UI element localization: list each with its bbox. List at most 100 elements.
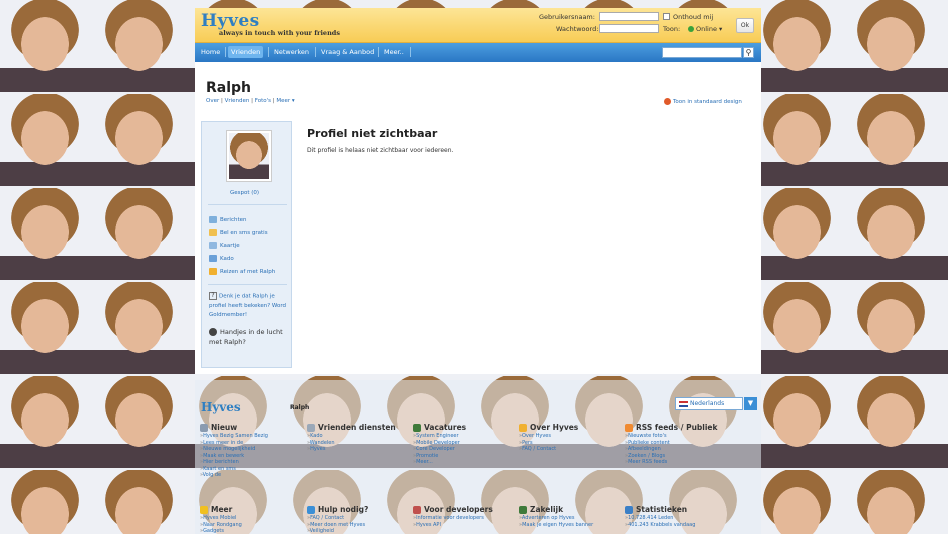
footer-link[interactable]: 401.243 Krabbels vandaag — [625, 522, 731, 529]
username-label: Gebruikersnaam: — [539, 13, 595, 21]
handjes-text: Handjes in de lucht met Ralph? — [209, 328, 283, 346]
suitcase-icon — [209, 268, 217, 275]
online-dot-icon — [688, 26, 694, 32]
main-nav: Home Vrienden Netwerken Vraag & Aanbod M… — [195, 43, 761, 62]
footer-column-title[interactable]: RSS feeds / Publiek — [625, 422, 731, 433]
design-icon — [664, 98, 671, 105]
nav-vrienden[interactable]: Vrienden — [228, 46, 264, 58]
footer-column-title[interactable]: Over Hyves — [519, 422, 625, 433]
subnav-fotos[interactable]: Foto's — [255, 98, 271, 104]
footer-column-title[interactable]: Voor developers — [413, 504, 519, 515]
nav-meer[interactable]: Meer.. — [381, 46, 407, 58]
subnav-vrienden[interactable]: Vrienden — [225, 98, 250, 104]
action-label: Kaartje — [220, 243, 240, 249]
top-bar: Hyves always in touch with your friends … — [195, 8, 761, 43]
standard-design-link[interactable]: Toon in standaard design — [664, 98, 742, 105]
action-reizen[interactable]: Reizen af met Ralph — [209, 268, 275, 276]
status-select[interactable]: Online ▾ — [688, 25, 722, 33]
footer-column-b-3: ZakelijkAdverteren op HyvesMaak je eigen… — [519, 504, 625, 528]
footer-column-title-text: Hulp nodig? — [318, 505, 369, 514]
footer-column-title-text: Nieuw — [211, 423, 238, 432]
code-icon — [413, 506, 421, 514]
footer-column-title-text: Voor developers — [424, 505, 493, 514]
footer-link[interactable]: Volg de — [200, 472, 306, 479]
person-icon — [519, 506, 527, 514]
profile-name: Ralph — [206, 80, 252, 96]
profile-photo[interactable] — [226, 130, 272, 182]
docs-icon — [307, 424, 315, 432]
footer-column-title[interactable]: Vacatures — [413, 422, 519, 433]
divider — [208, 284, 287, 285]
remember-checkbox[interactable] — [663, 13, 670, 20]
footer-link[interactable]: FAQ / Contact — [519, 446, 625, 453]
card-icon — [209, 242, 217, 249]
language-select[interactable]: Nederlands — [675, 397, 743, 410]
gift-icon — [209, 255, 217, 262]
footer-column-b-1: Hulp nodig?FAQ / ContactMeer doen met Hy… — [307, 504, 413, 534]
ok-button[interactable]: Ok — [736, 18, 754, 33]
language-value: Nederlands — [690, 400, 725, 407]
footer-link[interactable]: Maak je eigen Hyves banner — [519, 522, 625, 529]
handjes-prompt[interactable]: Handjes in de lucht met Ralph? — [209, 327, 289, 347]
footer-link[interactable]: Meer RSS feeds — [625, 459, 731, 466]
footer-column-title[interactable]: Nieuw — [200, 422, 306, 433]
footer-link[interactable]: Hyves API — [413, 522, 519, 529]
pencil-icon — [200, 424, 208, 432]
footer-column-title[interactable]: Meer — [200, 504, 306, 515]
footer-logo[interactable]: Hyves — [201, 400, 241, 414]
action-bellen[interactable]: Bel en sms gratis — [209, 229, 268, 237]
footer-column-b-2: Voor developersInformatie voor developer… — [413, 504, 519, 528]
goldmember-promo[interactable]: ? Denk je dat Ralph je profiel heeft beke… — [209, 292, 289, 320]
footer-column-title[interactable]: Statistieken — [625, 504, 731, 515]
tagline: always in touch with your friends — [219, 29, 340, 37]
folder-icon — [519, 424, 527, 432]
divider — [208, 204, 287, 205]
chevron-down-icon[interactable]: ▼ — [744, 397, 757, 410]
profile-sidebar: Gespot (0) Berichten Bel en sms gratis K… — [201, 121, 292, 368]
footer-link[interactable]: Veiligheid — [307, 528, 413, 534]
nav-netwerken[interactable]: Netwerken — [271, 46, 312, 58]
footer-column-b-4: Statistieken10.728.414 Leden401.243 Krab… — [625, 504, 731, 528]
footer-column-title[interactable]: Vrienden diensten — [307, 422, 413, 433]
footer-column-title-text: Vrienden diensten — [318, 423, 396, 432]
search-input[interactable] — [662, 47, 742, 58]
envelope-icon — [209, 216, 217, 223]
action-kado[interactable]: Kado — [209, 255, 234, 263]
star-icon — [200, 506, 208, 514]
chart-icon — [625, 506, 633, 514]
footer-column-a-0: NieuwHyves Bezig Samen BezigLees meer in… — [200, 422, 306, 479]
action-berichten[interactable]: Berichten — [209, 216, 246, 224]
footer-link[interactable]: Meer... — [413, 459, 519, 466]
footer-column-a-1: Vrienden dienstenKadoWandelenHyves — [307, 422, 413, 453]
private-profile-heading: Profiel niet zichtbaar — [307, 127, 438, 140]
footer-column-title-text: Meer — [211, 505, 233, 514]
password-input[interactable] — [599, 24, 659, 33]
phone-icon — [209, 229, 217, 236]
search-icon[interactable]: ⚲ — [743, 47, 754, 58]
action-kaartje[interactable]: Kaartje — [209, 242, 240, 250]
footer-column-title[interactable]: Hulp nodig? — [307, 504, 413, 515]
footer-column-title[interactable]: Zakelijk — [519, 504, 625, 515]
action-label: Bel en sms gratis — [220, 230, 268, 236]
nav-home[interactable]: Home — [198, 46, 223, 58]
help-icon — [307, 506, 315, 514]
username-input[interactable] — [599, 12, 659, 21]
profile-content: Ralph Over | Vrienden | Foto's | Meer ▾ … — [195, 62, 761, 374]
footer-column-title-text: Zakelijk — [530, 505, 564, 514]
private-profile-text: Dit profiel is helaas niet zichtbaar voo… — [307, 147, 454, 154]
hyves-logo[interactable]: Hyves — [201, 11, 260, 31]
footer-breadcrumb: Ralph — [290, 404, 310, 411]
subnav-meer[interactable]: Meer ▾ — [276, 98, 294, 104]
footer-link[interactable]: Hyves — [307, 446, 413, 453]
question-icon: ? — [209, 292, 217, 300]
footer-link[interactable]: Gadgets — [200, 528, 306, 534]
goldmember-text: Denk je dat Ralph je profiel heeft bekek… — [209, 293, 287, 318]
footer-column-a-3: Over HyvesOver HyvesPersFAQ / Contact — [519, 422, 625, 453]
footer-column-a-2: VacaturesSystem EngineerMobile Developer… — [413, 422, 519, 466]
nav-vraag-aanbod[interactable]: Vraag & Aanbod — [318, 46, 377, 58]
gespot-link[interactable]: Gespot (0) — [230, 190, 259, 196]
person-icon — [413, 424, 421, 432]
subnav-over[interactable]: Over — [206, 98, 219, 104]
show-label: Toon: — [663, 25, 681, 33]
profile-subnav: Over | Vrienden | Foto's | Meer ▾ — [206, 98, 295, 104]
